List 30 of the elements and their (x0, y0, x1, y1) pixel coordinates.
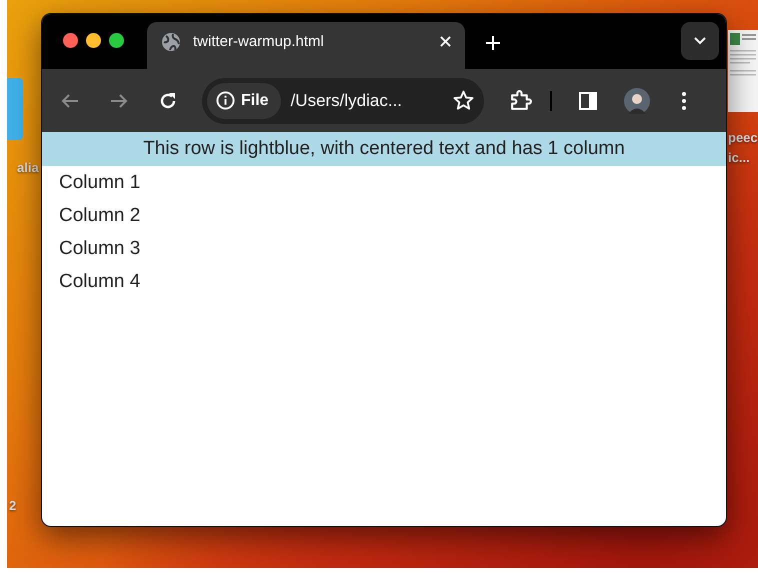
row-text: Column 2 (58, 204, 142, 228)
info-icon (216, 91, 235, 110)
chevron-down-icon (694, 37, 706, 45)
url-text: /Users/lydiac... (290, 90, 404, 110)
desktop-icon-label: peec (728, 130, 758, 145)
desktop-icon-label: 2 (9, 498, 16, 513)
row-text: Column 1 (58, 171, 142, 195)
close-window-button[interactable] (63, 33, 78, 48)
document-thumbnail-icon[interactable] (728, 30, 758, 112)
profile-avatar[interactable] (624, 88, 650, 114)
address-bar[interactable]: File /Users/lydiac... (202, 78, 484, 124)
globe-icon (161, 32, 181, 52)
puzzle-piece-icon[interactable] (509, 89, 532, 112)
row-text: Column 3 (58, 237, 142, 261)
minimize-window-button[interactable] (86, 33, 101, 48)
star-icon[interactable] (453, 90, 474, 111)
tab-title: twitter-warmup.html (193, 33, 325, 50)
close-icon[interactable] (440, 36, 451, 47)
header-row: This row is lightblue, with centered text and has 1 column (42, 132, 726, 166)
menu-icon[interactable] (681, 90, 687, 110)
tab-search-button[interactable] (681, 22, 719, 60)
desktop-icon-label: alia (17, 160, 39, 175)
new-tab-icon[interactable] (486, 36, 500, 50)
browser-tab[interactable]: twitter-warmup.html (147, 22, 465, 69)
site-info-button[interactable]: File (207, 82, 281, 118)
reload-icon[interactable] (158, 90, 178, 110)
row-text: Column 4 (58, 270, 142, 294)
zoom-window-button[interactable] (109, 33, 124, 48)
desktop-icon-label: ic... (728, 150, 750, 165)
side-panel-icon[interactable] (578, 90, 598, 110)
